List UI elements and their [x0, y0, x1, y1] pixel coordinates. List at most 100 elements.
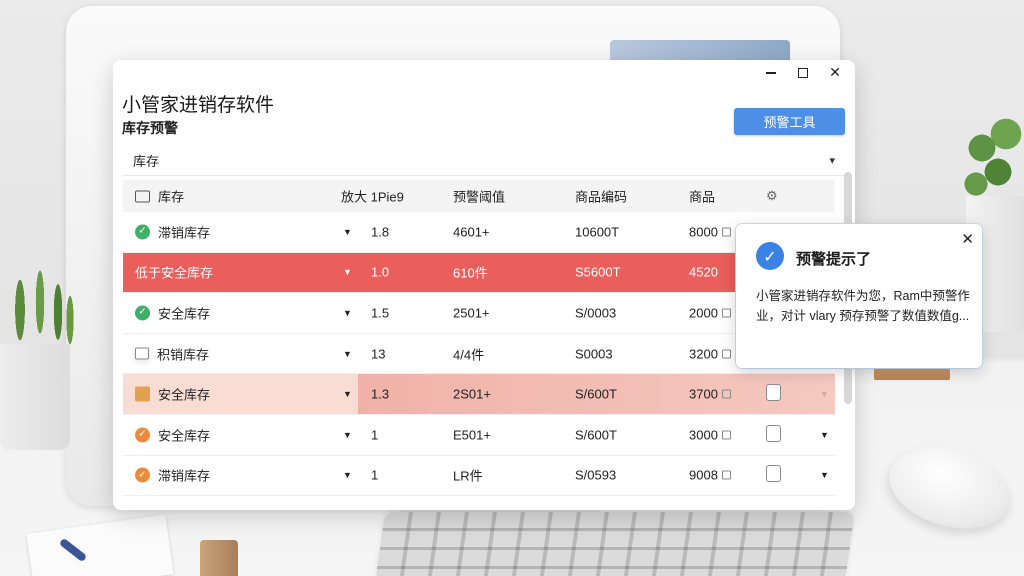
- row-qty: 2000: [689, 305, 731, 320]
- row-qty-value: 2000: [689, 305, 718, 321]
- qty-checkbox[interactable]: [721, 349, 731, 359]
- qty-checkbox[interactable]: [721, 389, 731, 399]
- row-threshold: 610件: [453, 265, 488, 281]
- checkbox[interactable]: [766, 424, 781, 442]
- table-row-alert[interactable]: 低于安全库存 ▼ 1.0 610件 S5600T 4520: [123, 252, 835, 294]
- column-header-code[interactable]: 商品编码: [575, 187, 627, 206]
- row-code: S/600T: [575, 427, 617, 443]
- row-code: S0003: [575, 346, 613, 362]
- close-window-button[interactable]: ✕: [821, 62, 849, 84]
- page-subtitle: 库存预警: [122, 120, 178, 136]
- qty-checkbox[interactable]: [721, 308, 731, 318]
- qty-checkbox[interactable]: [721, 227, 731, 237]
- row-status-label: 安全库存: [158, 428, 211, 444]
- row-expand-arrow[interactable]: ▼: [343, 308, 352, 318]
- row-status: ✓ 滞销库存: [135, 466, 210, 485]
- row-expand-arrow[interactable]: ▼: [343, 430, 352, 440]
- row-ratio: 1.3: [371, 386, 390, 402]
- row-qty-value: 3700: [689, 386, 718, 402]
- column-header-qty[interactable]: 商品: [689, 187, 715, 206]
- row-qty: 9008: [689, 468, 731, 483]
- minimize-button[interactable]: [757, 62, 785, 84]
- row-threshold: 4/4件: [453, 347, 485, 363]
- row-qty: 3700: [689, 387, 731, 402]
- row-select-checkbox[interactable]: [766, 424, 781, 445]
- column-header-ratio[interactable]: 放大 1Pie9: [341, 187, 404, 206]
- row-code: S/0593: [575, 467, 617, 483]
- table-row[interactable]: ✓ 安全库存 ▼ 1.5 2501+ S/0003 2000: [123, 293, 835, 334]
- row-code: S/0003: [575, 305, 617, 321]
- plant-right: [962, 108, 1024, 208]
- category-select-value: 库存: [133, 154, 160, 169]
- row-threshold: E501+: [453, 427, 491, 443]
- row-ratio: 1.8: [371, 224, 390, 240]
- column-header-threshold[interactable]: 预警阈值: [453, 187, 505, 206]
- row-code: 10600T: [575, 224, 620, 240]
- column-header-name[interactable]: 库存: [135, 187, 184, 206]
- row-threshold: 4601+: [453, 224, 490, 240]
- chevron-down-icon: ▾: [829, 154, 835, 167]
- user-settings-icon: ⚙: [766, 188, 778, 203]
- row-select-checkbox[interactable]: [766, 384, 781, 404]
- qty-checkbox[interactable]: [721, 430, 731, 440]
- table-row[interactable]: ✓ 安全库存 ▼ 1 E501+ S/600T 3000 ▼: [123, 415, 835, 456]
- maximize-icon: [798, 68, 808, 78]
- toast-close-button[interactable]: ✕: [961, 230, 974, 248]
- row-ratio: 1.0: [371, 264, 390, 280]
- alert-tool-button[interactable]: 预警工具: [734, 108, 845, 135]
- row-expand-arrow[interactable]: ▼: [343, 470, 352, 480]
- maximize-button[interactable]: [789, 62, 817, 84]
- qty-checkbox[interactable]: [721, 470, 731, 480]
- app-title: 小管家进销存软件: [122, 95, 275, 116]
- plant-pot-left: [0, 344, 70, 450]
- toast-title: 预警提示了: [796, 251, 872, 268]
- row-code: S5600T: [575, 264, 621, 280]
- row-expand-arrow[interactable]: ▼: [343, 349, 352, 359]
- row-dropdown-arrow[interactable]: ▼: [820, 389, 829, 399]
- row-status-label: 滞销库存: [158, 468, 211, 484]
- row-qty-value: 3000: [689, 427, 718, 443]
- row-qty: 8000: [689, 224, 731, 239]
- table-row[interactable]: 积销库存 ▼ 13 4/4件 S0003 3200: [123, 334, 835, 375]
- window-controls: ✕: [757, 62, 849, 84]
- row-status: ✓ 安全库存: [135, 303, 210, 322]
- checkbox[interactable]: [766, 465, 781, 483]
- row-threshold: 2501+: [453, 305, 490, 321]
- keyboard: [375, 512, 855, 576]
- row-code: S/600T: [575, 386, 617, 402]
- minimize-icon: [766, 72, 776, 74]
- warning-circle-icon: ✓: [135, 427, 150, 443]
- table-row-warning[interactable]: 安全库存 ▼ 1.3 2S01+ S/600T 3700 ▼: [123, 374, 835, 415]
- row-dropdown-arrow[interactable]: ▼: [820, 470, 829, 480]
- pencil-cup: [200, 540, 238, 576]
- row-status-label: 积销库存: [157, 347, 210, 363]
- row-status: 安全库存: [135, 385, 210, 404]
- row-qty: 4520: [689, 265, 718, 280]
- row-status-label: 滞销库存: [158, 225, 211, 241]
- row-status: 积销库存: [135, 344, 209, 363]
- row-qty-value: 4520: [689, 264, 718, 280]
- row-ratio: 1: [371, 427, 379, 443]
- row-ratio: 13: [371, 346, 386, 362]
- row-status-label: 低于安全库存: [135, 265, 214, 281]
- check-circle-icon: ✓: [756, 242, 784, 270]
- inventory-table: 库存 放大 1Pie9 预警阈值 商品编码 商品 ⚙ ✓ 滞销库存 ▼ 1.8 …: [123, 180, 835, 497]
- row-expand-arrow[interactable]: ▼: [343, 267, 352, 277]
- row-dropdown-arrow[interactable]: ▼: [820, 430, 829, 440]
- table-row[interactable]: ✓ 滞销库存 ▼ 1.8 4601+ 10600T 8000: [123, 212, 835, 253]
- column-settings-button[interactable]: ⚙: [766, 188, 778, 204]
- row-expand-arrow[interactable]: ▼: [343, 227, 352, 237]
- row-threshold: LR件: [453, 468, 483, 484]
- table-row[interactable]: ✓ 滞销库存 ▼ 1 LR件 S/0593 9008 ▼: [123, 456, 835, 497]
- box-icon: [135, 386, 150, 402]
- computer-mouse: [879, 434, 1021, 542]
- row-select-checkbox[interactable]: [766, 465, 781, 485]
- row-qty: 3200: [689, 346, 731, 361]
- row-ratio: 1: [371, 467, 379, 483]
- checkbox[interactable]: [766, 384, 781, 402]
- row-status-label: 安全库存: [158, 387, 211, 403]
- row-expand-arrow[interactable]: ▼: [343, 389, 352, 399]
- category-select[interactable]: 库存 ▾: [123, 146, 845, 176]
- monitor-icon: [135, 347, 149, 360]
- row-qty: 3000: [689, 427, 731, 442]
